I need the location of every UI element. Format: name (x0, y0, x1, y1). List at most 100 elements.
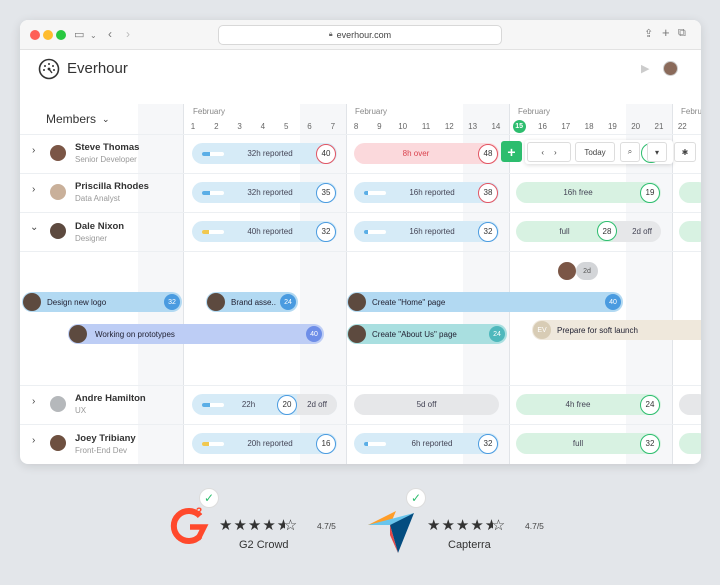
member-name[interactable]: Dale Nixon (75, 221, 124, 232)
capacity-pill-free[interactable]: 16h free 19 (516, 182, 661, 203)
capacity-label: 6h reported (411, 439, 453, 448)
capacity-pill[interactable]: 40h reported 32 (192, 221, 337, 242)
day-label: 3 (237, 122, 242, 131)
task-bar[interactable]: EV Prepare for soft launch (532, 320, 701, 340)
add-button[interactable]: + (501, 141, 522, 162)
next-icon[interactable]: › (554, 148, 557, 157)
task-avatar (348, 293, 366, 311)
capacity-pill-off[interactable]: 5d off (354, 394, 499, 415)
verified-check-icon: ✓ (406, 488, 426, 508)
task-bar[interactable]: Create "About Us" page 24 (347, 324, 507, 344)
tabs-overview-icon[interactable]: ⧉ (678, 27, 686, 39)
user-avatar[interactable] (663, 61, 678, 76)
member-role: Front-End Dev (75, 446, 128, 455)
filter-icon[interactable]: ▾ (647, 142, 667, 162)
members-title: Members (46, 112, 97, 126)
today-button[interactable]: Today (575, 142, 615, 162)
day-label: 4 (260, 122, 266, 131)
expand-chevron-icon[interactable]: › (32, 396, 35, 407)
capacity-pill[interactable]: 16h reported 38 (354, 182, 499, 203)
task-bar[interactable]: Design new logo 32 (22, 292, 182, 312)
prev-icon[interactable]: ‹ (541, 148, 544, 157)
settings-icon[interactable]: ✱ (674, 142, 696, 162)
capacity-ring: 32 (478, 433, 498, 454)
row-divider (20, 385, 701, 386)
capacity-pill-full[interactable]: full 32 (516, 433, 661, 454)
day-label: 7 (330, 122, 336, 131)
capacity-extra: 2d off (297, 394, 337, 415)
chevron-down-icon: ⌄ (102, 113, 110, 124)
progress-fill (202, 402, 210, 407)
task-hours-badge: 32 (164, 294, 180, 310)
capacity-pill-full[interactable] (679, 433, 701, 454)
avatar-steve (50, 145, 66, 161)
row-divider (20, 251, 701, 252)
capacity-pill-free[interactable] (679, 182, 701, 203)
task-bar[interactable]: Brand asse.. 24 (206, 292, 298, 312)
day-label: 12 (444, 122, 454, 131)
capacity-ring: 35 (316, 182, 336, 203)
member-name[interactable]: Steve Thomas (75, 142, 139, 153)
day-label: 8 (353, 122, 359, 131)
collapse-chevron-icon[interactable]: ⌄ (30, 222, 38, 233)
capacity-ring: 32 (316, 221, 336, 242)
progress-fill (202, 229, 209, 234)
progress-fill (364, 229, 369, 234)
capacity-ring: 32 (640, 433, 660, 454)
day-label: 22 (677, 122, 687, 131)
minimize-window-button[interactable] (43, 30, 53, 40)
share-icon[interactable]: ⇪ (644, 28, 653, 40)
member-name[interactable]: Priscilla Rhodes (75, 181, 149, 192)
task-bar[interactable]: Working on prototypes 40 (68, 324, 324, 344)
member-role: Senior Developer (75, 155, 137, 164)
sidebar-toggle-icon[interactable]: ▭ (74, 29, 84, 41)
capacity-pill[interactable]: 16h reported 32 (354, 221, 499, 242)
rating-score: 4.7/5 (525, 521, 544, 531)
app-title: Everhour (67, 60, 128, 77)
task-bar[interactable]: Create "Home" page 40 (347, 292, 623, 312)
forward-icon[interactable]: › (126, 28, 130, 40)
member-role: UX (75, 406, 87, 415)
task-label: Create "Home" page (372, 297, 446, 307)
members-header[interactable]: Members ⌄ (46, 112, 110, 126)
task-label: Prepare for soft launch (557, 325, 638, 335)
task-label: Brand asse.. (231, 297, 276, 307)
browser-titlebar: ▭ ⌄ ‹ › 🔒︎ everhour.com ⇪ + ⧉ (20, 20, 701, 50)
new-tab-icon[interactable]: + (662, 26, 670, 39)
play-icon[interactable]: ▶ (641, 62, 649, 75)
capacity-ring: 40 (316, 143, 336, 164)
month-label: February (193, 107, 226, 116)
expand-chevron-icon[interactable]: › (32, 435, 35, 446)
row-divider (20, 173, 701, 174)
capacity-pill-off[interactable] (679, 394, 701, 415)
capacity-pill[interactable]: 20h reported 16 (192, 433, 337, 454)
task-avatar (69, 325, 87, 343)
member-name[interactable]: Andre Hamilton (75, 393, 146, 404)
capacity-pill[interactable]: 32h reported 40 (192, 143, 337, 164)
close-window-button[interactable] (30, 30, 40, 40)
everhour-logo-icon[interactable] (38, 58, 60, 80)
day-label: 9 (377, 122, 382, 131)
capacity-pill-free[interactable]: 4h free 24 (516, 394, 661, 415)
progress-fill (202, 190, 210, 195)
capacity-label: 8h over (402, 149, 430, 158)
star-rating-icon: ★★★★★☆ (219, 517, 299, 534)
member-name[interactable]: Joey Tribiany (75, 433, 136, 444)
g2-logo-icon (170, 508, 209, 544)
back-icon[interactable]: ‹ (108, 28, 112, 40)
expand-chevron-icon[interactable]: › (32, 184, 35, 195)
capacity-pill[interactable]: 32h reported 35 (192, 182, 337, 203)
day-label: 6 (307, 122, 312, 131)
capacity-pill[interactable]: 22h 20 2d off (192, 394, 337, 415)
capacity-pill-over[interactable]: 8h over 48 (354, 143, 499, 164)
maximize-window-button[interactable] (56, 30, 66, 40)
expand-chevron-icon[interactable]: › (32, 145, 35, 156)
zoom-icon[interactable]: ⌕ (620, 142, 640, 162)
chevron-down-icon[interactable]: ⌄ (90, 30, 97, 42)
address-bar[interactable]: 🔒︎ everhour.com (218, 25, 502, 45)
capacity-pill-off[interactable]: 2d off (613, 221, 661, 242)
capacity-pill-free[interactable] (679, 221, 701, 242)
capacity-pill[interactable]: 6h reported 32 (354, 433, 499, 454)
capacity-label: 40h reported (247, 227, 293, 236)
prev-next-buttons: ‹ › (527, 142, 571, 162)
